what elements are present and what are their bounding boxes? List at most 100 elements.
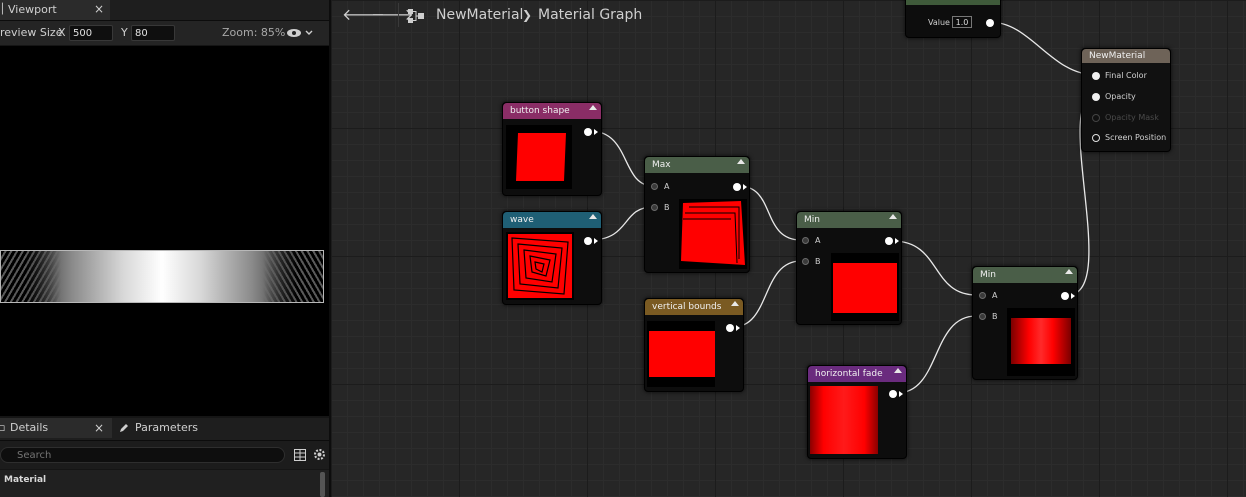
collapse-arrow-icon[interactable] — [1065, 269, 1073, 274]
min2-header: Min — [973, 267, 1077, 283]
min2-input-a-pin[interactable] — [979, 292, 986, 299]
final-color-label: Final Color — [1105, 71, 1147, 80]
constant-node[interactable]: Value 1.0 — [905, 0, 1001, 38]
viewport-toolbar: review Size X 500 Y 80 Zoom: 85% — [0, 21, 329, 45]
material-graph-canvas[interactable]: 🡐 🡒 NewMaterial ❯ Material Graph Value 1… — [331, 0, 1246, 497]
eye-icon[interactable] — [286, 28, 302, 38]
opacity-mask-pin[interactable] — [1092, 114, 1100, 122]
button-shape-output-arrow-icon — [594, 129, 598, 135]
screen-position-pin[interactable] — [1092, 134, 1100, 142]
button-shape-preview — [506, 125, 572, 189]
breadcrumb-asset[interactable]: NewMaterial — [436, 7, 523, 23]
viewport-close-icon[interactable]: × — [94, 2, 104, 16]
collapse-arrow-icon[interactable] — [589, 214, 597, 219]
button-shape-header: button shape — [503, 103, 601, 119]
material-preview — [0, 250, 324, 303]
horizontal-fade-output-arrow-icon — [899, 391, 903, 397]
min1-output-arrow-icon — [895, 238, 899, 244]
constant-output-pin[interactable] — [986, 19, 994, 27]
wire-min1-to-min2-a — [892, 240, 977, 296]
viewport-tabbar: ▏ Viewport × — [0, 0, 329, 21]
opacity-label: Opacity — [1105, 92, 1136, 101]
horizontal-fade-output-pin[interactable] — [889, 390, 897, 398]
preview-viewport[interactable] — [0, 46, 329, 416]
preview-height-field[interactable]: 80 — [131, 25, 175, 41]
opacity-pin[interactable] — [1092, 93, 1100, 101]
vertical-bounds-preview-fill — [649, 331, 715, 377]
min2-input-b-pin[interactable] — [979, 313, 986, 320]
vertical-bounds-output-pin[interactable] — [726, 324, 734, 332]
wave-preview — [506, 232, 574, 300]
breadcrumb-separator-icon: ❯ — [522, 8, 533, 22]
min1-input-b-pin[interactable] — [802, 258, 809, 265]
material-section[interactable]: Material — [0, 470, 329, 497]
result-node-title: NewMaterial — [1089, 51, 1146, 61]
preview-width-field[interactable]: 500 — [69, 25, 113, 41]
final-color-pin[interactable] — [1092, 72, 1100, 80]
max-node[interactable]: Max A B — [644, 156, 750, 273]
min1-input-b-label: B — [815, 257, 821, 266]
graph-toolbar: 🡐 🡒 NewMaterial ❯ Material Graph — [331, 0, 1246, 32]
max-title: Max — [652, 160, 671, 170]
min1-input-a-pin[interactable] — [802, 237, 809, 244]
wire-horizontal-to-min2-b — [896, 315, 977, 394]
min1-node[interactable]: Min A B — [796, 211, 902, 325]
constant-node-header — [906, 0, 1000, 5]
constant-value-label: Value — [928, 18, 950, 27]
vertical-bounds-preview — [647, 321, 715, 387]
collapse-arrow-icon[interactable] — [894, 368, 902, 373]
collapse-arrow-icon[interactable] — [731, 301, 739, 306]
max-output-arrow-icon — [743, 184, 747, 190]
toolbar-divider — [398, 3, 399, 27]
details-tab-icon: ▫ — [0, 421, 6, 434]
screen-position-label: Screen Position — [1105, 133, 1167, 142]
min1-preview-fill — [833, 263, 897, 313]
min1-title: Min — [804, 215, 820, 225]
min2-preview — [1007, 308, 1075, 376]
min2-output-pin[interactable] — [1061, 292, 1069, 300]
vertical-bounds-node[interactable]: vertical bounds — [644, 298, 744, 392]
horizontal-fade-header: horizontal fade — [808, 366, 906, 382]
details-tabbar: ▫ Details × Parameters — [0, 418, 329, 441]
wave-node[interactable]: wave — [502, 211, 602, 305]
wave-output-pin[interactable] — [584, 237, 592, 245]
vertical-bounds-title: vertical bounds — [652, 302, 722, 312]
max-input-a-pin[interactable] — [651, 183, 658, 190]
chevron-down-icon[interactable] — [305, 30, 313, 36]
min2-node[interactable]: Min A B — [972, 266, 1078, 380]
parameters-tab[interactable]: Parameters — [117, 418, 217, 438]
min2-title: Min — [980, 270, 996, 280]
x-label: X — [58, 26, 66, 39]
max-input-b-pin[interactable] — [651, 204, 658, 211]
constant-value-field[interactable]: 1.0 — [952, 16, 972, 28]
collapse-arrow-icon[interactable] — [737, 159, 745, 164]
wave-output-arrow-icon — [594, 238, 598, 244]
max-output-pin[interactable] — [733, 183, 741, 191]
collapse-arrow-icon[interactable] — [889, 214, 897, 219]
graph-tree-icon — [408, 9, 424, 23]
button-shape-title: button shape — [510, 106, 570, 116]
horizontal-fade-node[interactable]: horizontal fade — [807, 365, 907, 459]
gear-icon[interactable] — [313, 448, 326, 461]
zoom-readout: Zoom: 85% — [222, 26, 286, 39]
preview-stripes-left — [1, 251, 61, 302]
details-search-input[interactable] — [0, 447, 285, 463]
horizontal-fade-preview — [810, 386, 878, 454]
button-shape-output-pin[interactable] — [584, 128, 592, 136]
details-close-icon[interactable]: × — [94, 421, 104, 435]
button-shape-node[interactable]: button shape — [502, 102, 602, 196]
wave-header: wave — [503, 212, 601, 228]
min1-output-pin[interactable] — [885, 237, 893, 245]
table-view-icon[interactable] — [294, 449, 306, 461]
y-label: Y — [121, 26, 128, 39]
max-input-a-label: A — [664, 182, 670, 191]
wave-title: wave — [510, 215, 534, 225]
collapse-arrow-icon[interactable] — [589, 105, 597, 110]
preview-stripes-right — [263, 251, 323, 302]
details-scrollbar[interactable] — [320, 472, 325, 497]
material-result-node[interactable]: NewMaterial Final Color Opacity Opacity … — [1081, 48, 1171, 152]
max-preview — [679, 199, 747, 269]
preview-size-label: review Size — [0, 26, 63, 39]
breadcrumb-graph[interactable]: Material Graph — [538, 7, 642, 23]
opacity-mask-label: Opacity Mask — [1105, 113, 1159, 122]
